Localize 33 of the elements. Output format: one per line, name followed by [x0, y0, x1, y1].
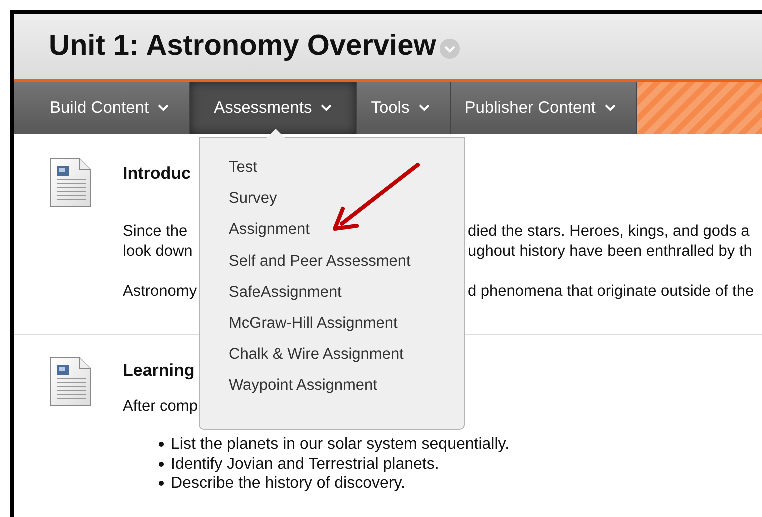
menu-item[interactable]: Assignment	[200, 221, 464, 253]
list-item: Describe the history of discovery.	[171, 474, 406, 494]
chevron-icon	[158, 104, 170, 112]
bullet-icon	[159, 481, 164, 486]
menu-item[interactable]: Survey	[200, 190, 464, 222]
menu-item[interactable]: McGraw-Hill Assignment	[200, 314, 464, 346]
chevron-icon	[418, 104, 430, 112]
paragraph-text: Since the	[123, 223, 188, 240]
menu-tab[interactable]: Assessments	[190, 82, 358, 134]
menu-item[interactable]: Test	[200, 159, 464, 190]
paragraph-text: died the stars. Heroes, kings, and gods a	[468, 222, 750, 242]
paragraph-text: Astronomy	[123, 283, 198, 300]
document-icon	[50, 357, 92, 407]
bullet-icon	[159, 442, 164, 448]
menu-tab[interactable]: Tools	[357, 82, 451, 134]
list-item: List the planets in our solar system sequentially.	[171, 435, 510, 454]
document-icon	[50, 158, 92, 208]
menu-item[interactable]: SafeAssignment	[200, 284, 464, 315]
menu-item[interactable]: Chalk & Wire Assignment	[200, 346, 464, 378]
paragraph-text: ughout history have been enthralled by th	[468, 242, 752, 262]
paragraph-text: look down	[123, 243, 193, 260]
menu-item[interactable]: Waypoint Assignment	[200, 377, 464, 408]
paragraph-text: d phenomena that originate outside of the	[468, 282, 754, 302]
item-title[interactable]: Learning	[123, 361, 195, 381]
paragraph-text: After comp	[123, 398, 198, 415]
menu-item[interactable]: Self and Peer Assessment	[200, 252, 464, 284]
item-title[interactable]: Introduc	[123, 164, 191, 184]
list-item: Identify Jovian and Terrestrial planets.	[171, 454, 440, 474]
chevron-icon	[604, 104, 616, 112]
chevron-icon	[321, 104, 332, 112]
page-title: Unit 1: Astronomy Overview	[49, 30, 436, 63]
bullet-icon	[159, 462, 164, 467]
chevron-icon[interactable]	[440, 38, 460, 58]
